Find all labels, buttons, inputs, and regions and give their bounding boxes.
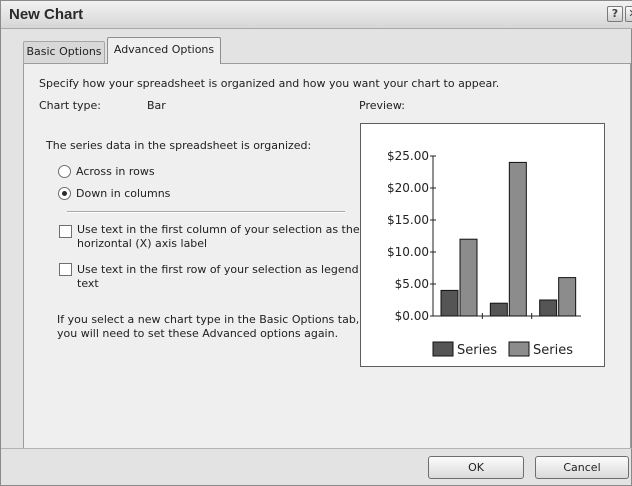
legend-label: Series	[533, 343, 573, 358]
legend-swatch	[508, 341, 530, 357]
dialog-title: New Chart	[9, 6, 84, 23]
note-line1: If you select a new chart type in the Ba…	[57, 313, 360, 326]
chart-preview-svg: $0.00 $5.00 $10.00 $15.00 $20.00 $25.00 Series…	[387, 149, 581, 358]
radio-across-rows[interactable]	[58, 165, 71, 178]
legend-label: Series	[457, 343, 497, 358]
y-tick-label: $0.00	[395, 309, 429, 323]
y-tick-label: $10.00	[387, 245, 429, 259]
options-divider	[67, 211, 345, 213]
first-column-axis-label-line2[interactable]: horizontal (X) axis label	[77, 237, 207, 250]
first-column-axis-checkbox[interactable]	[59, 225, 72, 238]
ok-button[interactable]: OK	[428, 456, 524, 479]
close-icon[interactable]: ✕	[625, 6, 632, 22]
bar	[558, 277, 577, 317]
first-column-axis-label-line1[interactable]: Use text in the first column of your sel…	[77, 223, 360, 236]
tab-basic-options[interactable]: Basic Options	[23, 41, 105, 63]
new-chart-dialog: New Chart ? ✕ Basic Options Advanced Opt…	[0, 0, 632, 486]
organized-label: The series data in the spreadsheet is or…	[46, 139, 312, 152]
preview-label: Preview:	[359, 99, 405, 112]
bar	[539, 299, 558, 317]
footer-divider	[1, 448, 632, 449]
tab-advanced-options[interactable]: Advanced Options	[107, 37, 221, 64]
chart-preview: $0.00 $5.00 $10.00 $15.00 $20.00 $25.00 Series…	[360, 123, 605, 367]
chart-type-label: Chart type:	[39, 99, 102, 112]
y-tick-label: $25.00	[387, 149, 429, 163]
help-icon[interactable]: ?	[607, 6, 623, 22]
radio-across-rows-label[interactable]: Across in rows	[76, 165, 155, 178]
bar	[489, 302, 508, 317]
first-row-legend-checkbox[interactable]	[59, 263, 72, 276]
radio-down-columns[interactable]	[58, 187, 71, 200]
y-tick-label: $5.00	[395, 277, 429, 291]
bar	[508, 161, 527, 317]
intro-text: Specify how your spreadsheet is organize…	[39, 77, 500, 90]
cancel-button[interactable]: Cancel	[535, 456, 629, 479]
first-row-legend-label-line2[interactable]: text	[77, 277, 99, 290]
bar	[459, 238, 478, 317]
legend-swatch	[432, 341, 454, 357]
title-bar[interactable]: New Chart ? ✕	[1, 1, 632, 29]
note-line2: you will need to set these Advanced opti…	[57, 327, 339, 340]
radio-down-columns-label[interactable]: Down in columns	[76, 187, 170, 200]
bar	[440, 289, 459, 317]
y-tick-label: $20.00	[387, 181, 429, 195]
first-row-legend-label-line1[interactable]: Use text in the first row of your select…	[77, 263, 359, 276]
y-tick-label: $15.00	[387, 213, 429, 227]
chart-type-value: Bar	[147, 99, 166, 112]
